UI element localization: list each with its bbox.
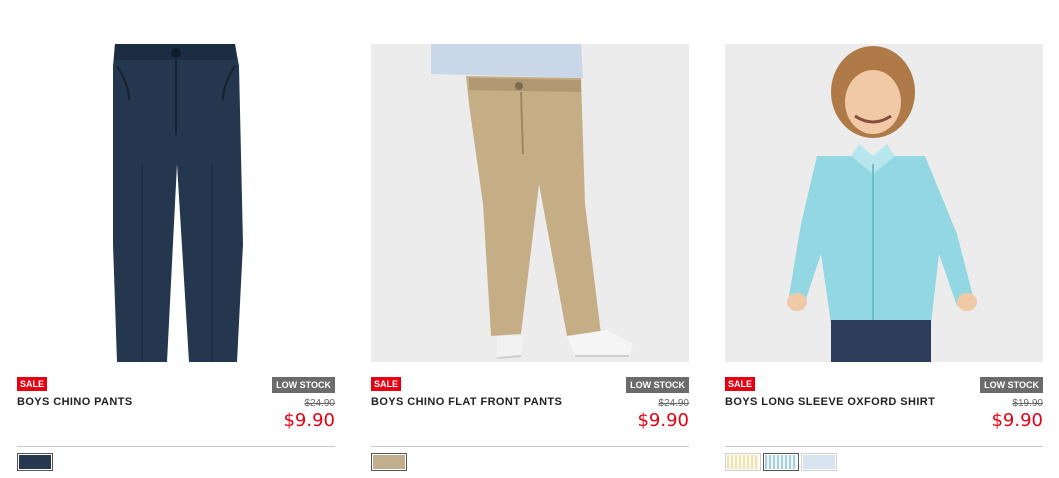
swatch-chip [19,455,51,469]
product-image[interactable] [725,44,1043,362]
product-image[interactable] [371,44,689,362]
product-card[interactable]: SALE LOW STOCK BOYS CHINO FLAT FRONT PAN… [371,44,689,471]
original-price: $19.90 [1012,398,1043,409]
low-stock-badge: LOW STOCK [980,377,1043,393]
khaki-chino-pants-image [431,44,633,359]
color-swatch-khaki[interactable] [371,453,407,471]
divider [725,446,1043,447]
sale-price: $9.90 [637,410,689,431]
product-name-link[interactable]: BOYS LONG SLEEVE OXFORD SHIRT [725,396,935,408]
swatch-chip [803,455,835,469]
sale-price: $9.90 [283,410,335,431]
color-swatch-navy[interactable] [17,453,53,471]
color-swatches [725,453,837,471]
swatch-chip [727,455,759,469]
sale-price: $9.90 [991,410,1043,431]
sale-badge: SALE [371,377,402,391]
product-name-link[interactable]: BOYS CHINO FLAT FRONT PANTS [371,396,562,408]
color-swatch-blue-stripe[interactable] [763,453,799,471]
sale-badge: SALE [17,377,48,391]
color-swatch-yellow-stripe[interactable] [725,453,761,471]
low-stock-badge: LOW STOCK [626,377,689,393]
low-stock-badge: LOW STOCK [272,377,335,393]
navy-chino-pants-image [113,44,243,362]
product-card[interactable]: SALE LOW STOCK BOYS CHINO PANTS $24.90 $… [17,44,335,471]
color-swatches [371,453,407,471]
original-price: $24.90 [304,398,335,409]
color-swatches [17,453,53,471]
product-card[interactable]: SALE LOW STOCK BOYS LONG SLEEVE OXFORD S… [725,44,1043,471]
product-name-link[interactable]: BOYS CHINO PANTS [17,396,133,408]
swatch-chip [373,455,405,469]
divider [371,446,689,447]
boy-oxford-shirt-image [787,46,977,362]
product-image[interactable] [17,44,335,362]
original-price: $24.90 [658,398,689,409]
divider [17,446,335,447]
swatch-chip [765,455,797,469]
sale-badge: SALE [725,377,756,391]
color-swatch-light-blue[interactable] [801,453,837,471]
